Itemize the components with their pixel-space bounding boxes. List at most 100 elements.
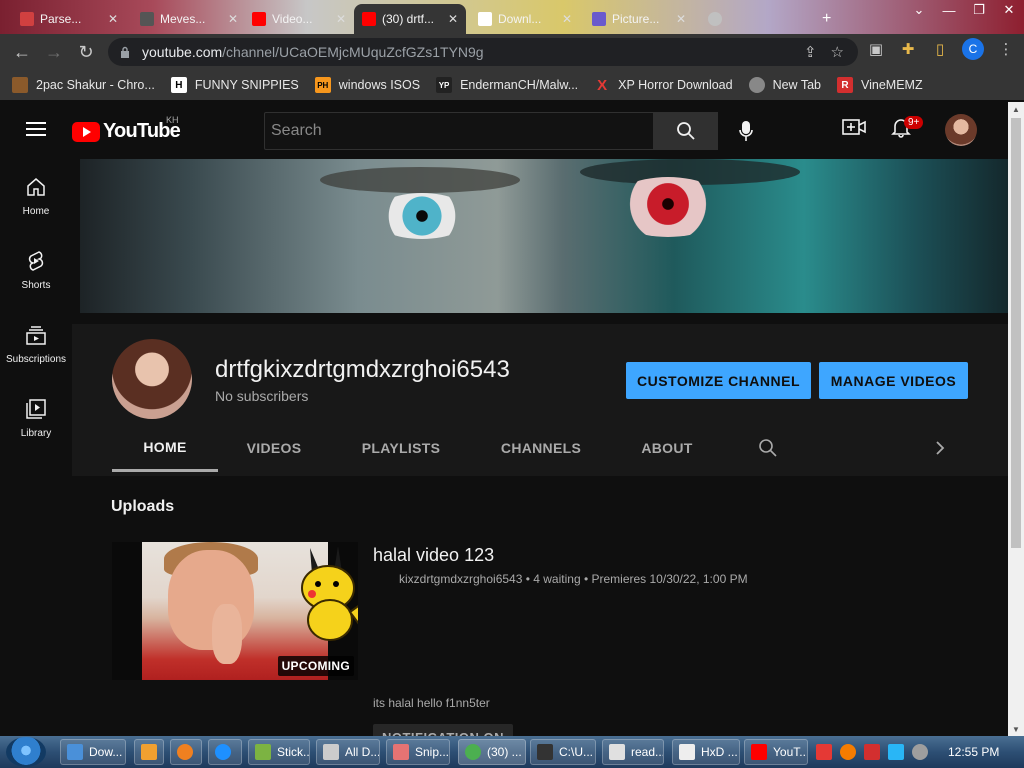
back-button[interactable]: ← [6, 36, 38, 68]
close-tab-icon[interactable]: ✕ [448, 12, 458, 26]
close-tab-icon[interactable]: ✕ [108, 12, 118, 26]
browser-tab[interactable]: Meves... ✕ [132, 4, 248, 34]
globe-icon [748, 77, 765, 93]
taskbar-item[interactable] [170, 739, 202, 765]
tray-search-icon[interactable] [840, 744, 856, 760]
tab-about[interactable]: ABOUT [626, 424, 708, 472]
h-icon: H [170, 77, 187, 93]
extensions-icon[interactable]: ✚ [898, 39, 918, 59]
tray-flag-icon[interactable] [864, 744, 880, 760]
close-tab-icon[interactable]: ✕ [676, 12, 686, 26]
taskbar-label: (30) ... [487, 745, 522, 759]
guide-item-home[interactable]: Home [0, 164, 72, 228]
tray-volume-icon[interactable] [912, 744, 928, 760]
tray-app-icon[interactable] [816, 744, 832, 760]
bookmark-star-icon[interactable]: ☆ [831, 43, 844, 61]
taskbar-item[interactable]: HxD ... [672, 739, 740, 765]
url-bar[interactable]: youtube.com/channel/UCaOEMjcMUquZcfGZs1T… [108, 38, 858, 66]
profile-avatar[interactable]: C [962, 38, 984, 60]
voice-search-button[interactable] [734, 118, 758, 144]
restore-icon[interactable]: ❐ [964, 0, 994, 20]
tab-channels[interactable]: CHANNELS [486, 424, 596, 472]
video-title[interactable]: halal video 123 [373, 545, 494, 566]
bookmark-item[interactable]: R VineMEMZ [837, 77, 923, 93]
start-button[interactable] [6, 737, 46, 767]
bookmark-item[interactable]: H FUNNY SNIPPIES [170, 77, 299, 93]
youtube-logo[interactable]: YouTube KH [72, 115, 181, 143]
channel-search-icon[interactable] [758, 438, 778, 458]
taskbar-item[interactable]: Stick... [248, 739, 310, 765]
taskbar-item[interactable]: Dow... [60, 739, 126, 765]
section-title[interactable]: Uploads [111, 498, 174, 516]
taskbar-clock[interactable]: 12:55 PM [948, 745, 999, 759]
create-video-icon[interactable] [842, 117, 866, 137]
channel-avatar[interactable] [112, 339, 192, 419]
dropdown-icon[interactable]: ⌄ [904, 0, 934, 20]
guide-label: Subscriptions [5, 353, 67, 365]
guide-item-subscriptions[interactable]: Subscriptions [0, 312, 72, 376]
screen: Parse... ✕ Meves... ✕ Video... ✕ (30) dr… [0, 0, 1024, 768]
notification-count-badge: 9+ [904, 116, 924, 129]
new-tab-button[interactable]: + [814, 4, 838, 34]
page-scrollbar[interactable]: ▲ ▼ [1008, 102, 1024, 736]
minimize-icon[interactable]: — [934, 0, 964, 20]
tab-title: Parse... [40, 12, 82, 26]
app-icon [323, 744, 339, 760]
taskbar-item[interactable]: (30) ... [458, 739, 526, 765]
taskbar-item[interactable]: C:\U... [530, 739, 596, 765]
url-host: youtube.com [142, 44, 223, 60]
taskbar-label: C:\U... [559, 745, 594, 759]
guide-item-library[interactable]: Library [0, 386, 72, 450]
search-button[interactable] [654, 112, 718, 150]
tab-title: Downl... [498, 12, 542, 26]
scrollbar-thumb[interactable] [1011, 118, 1021, 548]
tab-playlists[interactable]: PLAYLISTS [346, 424, 456, 472]
taskbar-item[interactable]: read... [602, 739, 664, 765]
tray-network-icon[interactable] [888, 744, 904, 760]
close-tab-icon[interactable]: ✕ [228, 12, 238, 26]
bookmark-item[interactable]: New Tab [748, 77, 821, 93]
bookmark-item[interactable]: YP EndermanCH/Malw... [436, 77, 578, 93]
customize-channel-button[interactable]: CUSTOMIZE CHANNEL [626, 362, 811, 399]
menu-kebab-icon[interactable]: ⋮ [996, 39, 1016, 59]
browser-tab[interactable]: Picture... ✕ [584, 4, 694, 34]
cast-icon[interactable]: ▣ [866, 39, 886, 59]
system-tray [816, 744, 928, 760]
x-icon: X [597, 76, 608, 94]
close-tab-icon[interactable]: ✕ [562, 12, 572, 26]
scroll-up-icon[interactable]: ▲ [1008, 102, 1024, 116]
guide-item-shorts[interactable]: Shorts [0, 238, 72, 302]
scroll-down-icon[interactable]: ▼ [1008, 722, 1024, 736]
browser-tab[interactable]: Downl... ✕ [470, 4, 580, 34]
tab-title: (30) drtf... [382, 12, 435, 26]
taskbar-item[interactable] [208, 739, 242, 765]
browser-tab[interactable]: Parse... ✕ [12, 4, 132, 34]
close-window-icon[interactable]: ✕ [994, 0, 1024, 20]
taskbar-item[interactable]: Snip... [386, 739, 450, 765]
tab-menu[interactable] [700, 4, 730, 34]
browser-tab-active[interactable]: (30) drtf... ✕ [354, 4, 466, 34]
video-thumbnail[interactable]: UPCOMING [112, 542, 358, 680]
taskbar-item[interactable] [134, 739, 164, 765]
bookmark-item[interactable]: PH windows ISOS [314, 77, 420, 93]
taskbar-item[interactable]: YouT... [744, 739, 808, 765]
tab-videos[interactable]: VIDEOS [234, 424, 314, 472]
browser-tab[interactable]: Video... ✕ [244, 4, 354, 34]
hamburger-menu-icon[interactable] [26, 122, 46, 136]
tab-home[interactable]: HOME [112, 424, 218, 472]
close-tab-icon[interactable]: ✕ [336, 12, 346, 26]
bookmark-item[interactable]: 2pac Shakur - Chro... [12, 77, 155, 93]
notification-on-button[interactable]: NOTIFICATION ON [373, 724, 513, 736]
forward-button[interactable]: → [38, 36, 70, 68]
side-panel-icon[interactable]: ▯ [930, 39, 950, 59]
reload-button[interactable]: ↻ [70, 36, 102, 68]
chevron-right-icon[interactable] [934, 438, 946, 458]
manage-videos-button[interactable]: MANAGE VIDEOS [819, 362, 968, 399]
account-avatar[interactable] [945, 114, 977, 146]
library-icon [26, 398, 46, 419]
share-icon[interactable]: ⇪ [804, 43, 817, 61]
bookmark-item[interactable]: X XP Horror Download [594, 76, 732, 94]
taskbar-item[interactable]: All D... [316, 739, 380, 765]
arrow-right-icon: → [45, 41, 63, 62]
search-input[interactable]: Search [264, 112, 654, 150]
